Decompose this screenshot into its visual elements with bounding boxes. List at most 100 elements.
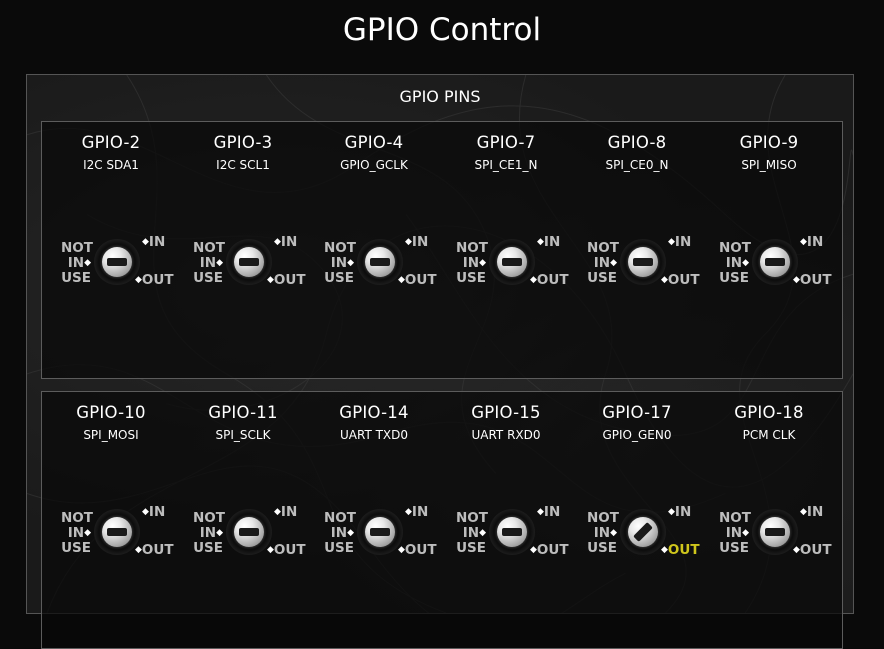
in-label[interactable]: ◆IN: [537, 505, 560, 521]
not-in-use-label-not[interactable]: NOT: [719, 511, 751, 525]
out-label[interactable]: ◆OUT: [661, 543, 700, 559]
selector-dot-icon: ◆: [405, 507, 412, 517]
not-in-use-label-use[interactable]: USE: [324, 541, 354, 555]
not-in-use-label-use[interactable]: USE: [61, 541, 91, 555]
rotary-knob[interactable]: [357, 509, 403, 555]
rotary-knob[interactable]: [94, 509, 140, 555]
mode-switch[interactable]: NOT IN◆ USE ◆IN ◆OUT: [45, 492, 177, 572]
selector-dot-icon: ◆: [274, 507, 281, 517]
mode-switch[interactable]: NOT IN◆ USE ◆IN ◆OUT: [45, 222, 177, 302]
in-label[interactable]: ◆IN: [405, 505, 428, 521]
in-label[interactable]: ◆IN: [800, 235, 823, 251]
in-label[interactable]: ◆IN: [668, 235, 691, 251]
not-in-use-label-not[interactable]: NOT: [324, 511, 356, 525]
not-in-use-label-not[interactable]: NOT: [61, 241, 93, 255]
rotary-knob[interactable]: [620, 239, 666, 285]
mode-switch[interactable]: NOT IN◆ USE ◆IN ◆OUT: [571, 222, 703, 302]
out-label-text: OUT: [404, 542, 437, 558]
not-in-use-label-use[interactable]: USE: [587, 541, 617, 555]
not-in-use-label-use[interactable]: USE: [587, 271, 617, 285]
out-label[interactable]: ◆OUT: [135, 273, 174, 289]
knob-face-icon: [234, 517, 264, 547]
not-in-use-label-not[interactable]: NOT: [61, 511, 93, 525]
rotary-knob[interactable]: [226, 509, 272, 555]
out-label[interactable]: ◆OUT: [398, 273, 437, 289]
pin-group-1: GPIO-2 I2C SDA1 NOT IN◆ USE ◆IN ◆OUT GPIO-3 I2C …: [41, 121, 843, 379]
knob-face-icon: [365, 517, 395, 547]
not-in-use-label-use[interactable]: USE: [456, 541, 486, 555]
selector-dot-icon: ◆: [800, 237, 807, 247]
not-in-use-label-not[interactable]: NOT: [324, 241, 356, 255]
not-in-use-label-in-text: IN: [462, 255, 480, 271]
not-in-use-label-use[interactable]: USE: [324, 271, 354, 285]
not-in-use-label-not[interactable]: NOT: [456, 511, 488, 525]
mode-switch[interactable]: NOT IN ◆ USE ◆IN ◆OUT: [703, 492, 835, 572]
in-label[interactable]: ◆IN: [405, 235, 428, 251]
not-in-use-label-use[interactable]: USE: [456, 271, 486, 285]
not-in-use-label-in-text: IN: [199, 255, 217, 271]
not-in-use-label-not[interactable]: NOT: [587, 511, 619, 525]
mode-switch[interactable]: NOT IN◆ USE ◆IN ◆OUT: [177, 222, 309, 302]
selector-dot-icon: ◆: [84, 258, 91, 268]
rotary-knob[interactable]: [489, 239, 535, 285]
not-in-use-label-in-text: IN: [593, 255, 611, 271]
not-in-use-label-not[interactable]: NOT: [456, 241, 488, 255]
in-label[interactable]: ◆IN: [800, 505, 823, 521]
rotary-knob[interactable]: [752, 509, 798, 555]
not-in-use-label-in-text: IN: [67, 525, 85, 541]
in-label[interactable]: ◆IN: [537, 235, 560, 251]
mode-switch[interactable]: NOT IN◆ USE ◆IN ◆OUT: [571, 492, 703, 572]
not-in-use-label-use[interactable]: USE: [193, 271, 223, 285]
pin-function: PCM CLK: [742, 428, 796, 442]
mode-switch[interactable]: NOT IN◆ USE ◆IN ◆OUT: [308, 492, 440, 572]
in-label[interactable]: ◆IN: [142, 235, 165, 251]
knob-face-icon: [760, 517, 790, 547]
rotary-knob[interactable]: [357, 239, 403, 285]
knob-slot: [502, 528, 522, 536]
in-label-text: IN: [806, 504, 824, 520]
rotary-knob[interactable]: [752, 239, 798, 285]
pin-function: SPI_MOSI: [83, 428, 139, 442]
out-label[interactable]: ◆OUT: [530, 543, 569, 559]
pin-name: GPIO-18: [734, 403, 804, 422]
in-label[interactable]: ◆IN: [142, 505, 165, 521]
mode-switch[interactable]: NOT IN◆ USE ◆IN ◆OUT: [177, 492, 309, 572]
in-label-text: IN: [543, 504, 561, 520]
mode-switch[interactable]: NOT IN◆ USE ◆IN ◆OUT: [440, 492, 572, 572]
selector-dot-icon: ◆: [537, 237, 544, 247]
out-label[interactable]: ◆OUT: [530, 273, 569, 289]
pin-card: GPIO-3 I2C SCL1 NOT IN◆ USE ◆IN ◆OUT: [177, 122, 309, 378]
out-label[interactable]: ◆OUT: [135, 543, 174, 559]
selector-dot-icon: ◆: [267, 545, 274, 555]
not-in-use-label-not[interactable]: NOT: [193, 511, 225, 525]
selector-dot-icon: ◆: [405, 237, 412, 247]
selector-dot-icon: ◆: [537, 507, 544, 517]
not-in-use-label-use[interactable]: USE: [193, 541, 223, 555]
in-label[interactable]: ◆IN: [668, 505, 691, 521]
selector-dot-icon: ◆: [347, 528, 354, 538]
out-label[interactable]: ◆OUT: [793, 543, 832, 559]
rotary-knob[interactable]: [94, 239, 140, 285]
not-in-use-label-use[interactable]: USE: [719, 271, 749, 285]
in-label[interactable]: ◆IN: [274, 505, 297, 521]
rotary-knob[interactable]: [226, 239, 272, 285]
selector-dot-icon: ◆: [793, 545, 800, 555]
selector-dot-icon: ◆: [479, 528, 486, 538]
not-in-use-label-use[interactable]: USE: [61, 271, 91, 285]
not-in-use-label-not[interactable]: NOT: [587, 241, 619, 255]
out-label[interactable]: ◆OUT: [661, 273, 700, 289]
in-label[interactable]: ◆IN: [274, 235, 297, 251]
mode-switch[interactable]: NOT IN◆ USE ◆IN ◆OUT: [703, 222, 835, 302]
not-in-use-label-not[interactable]: NOT: [719, 241, 751, 255]
not-in-use-label-not[interactable]: NOT: [193, 241, 225, 255]
out-label[interactable]: ◆OUT: [793, 273, 832, 289]
mode-switch[interactable]: NOT IN ◆ USE ◆IN ◆OUT: [440, 222, 572, 302]
not-in-use-label-in-text: IN: [330, 525, 348, 541]
out-label[interactable]: ◆OUT: [267, 543, 306, 559]
rotary-knob[interactable]: [620, 509, 666, 555]
out-label[interactable]: ◆OUT: [398, 543, 437, 559]
out-label[interactable]: ◆OUT: [267, 273, 306, 289]
not-in-use-label-use[interactable]: USE: [719, 541, 749, 555]
mode-switch[interactable]: NOT IN◆ USE ◆IN ◆OUT: [308, 222, 440, 302]
rotary-knob[interactable]: [489, 509, 535, 555]
